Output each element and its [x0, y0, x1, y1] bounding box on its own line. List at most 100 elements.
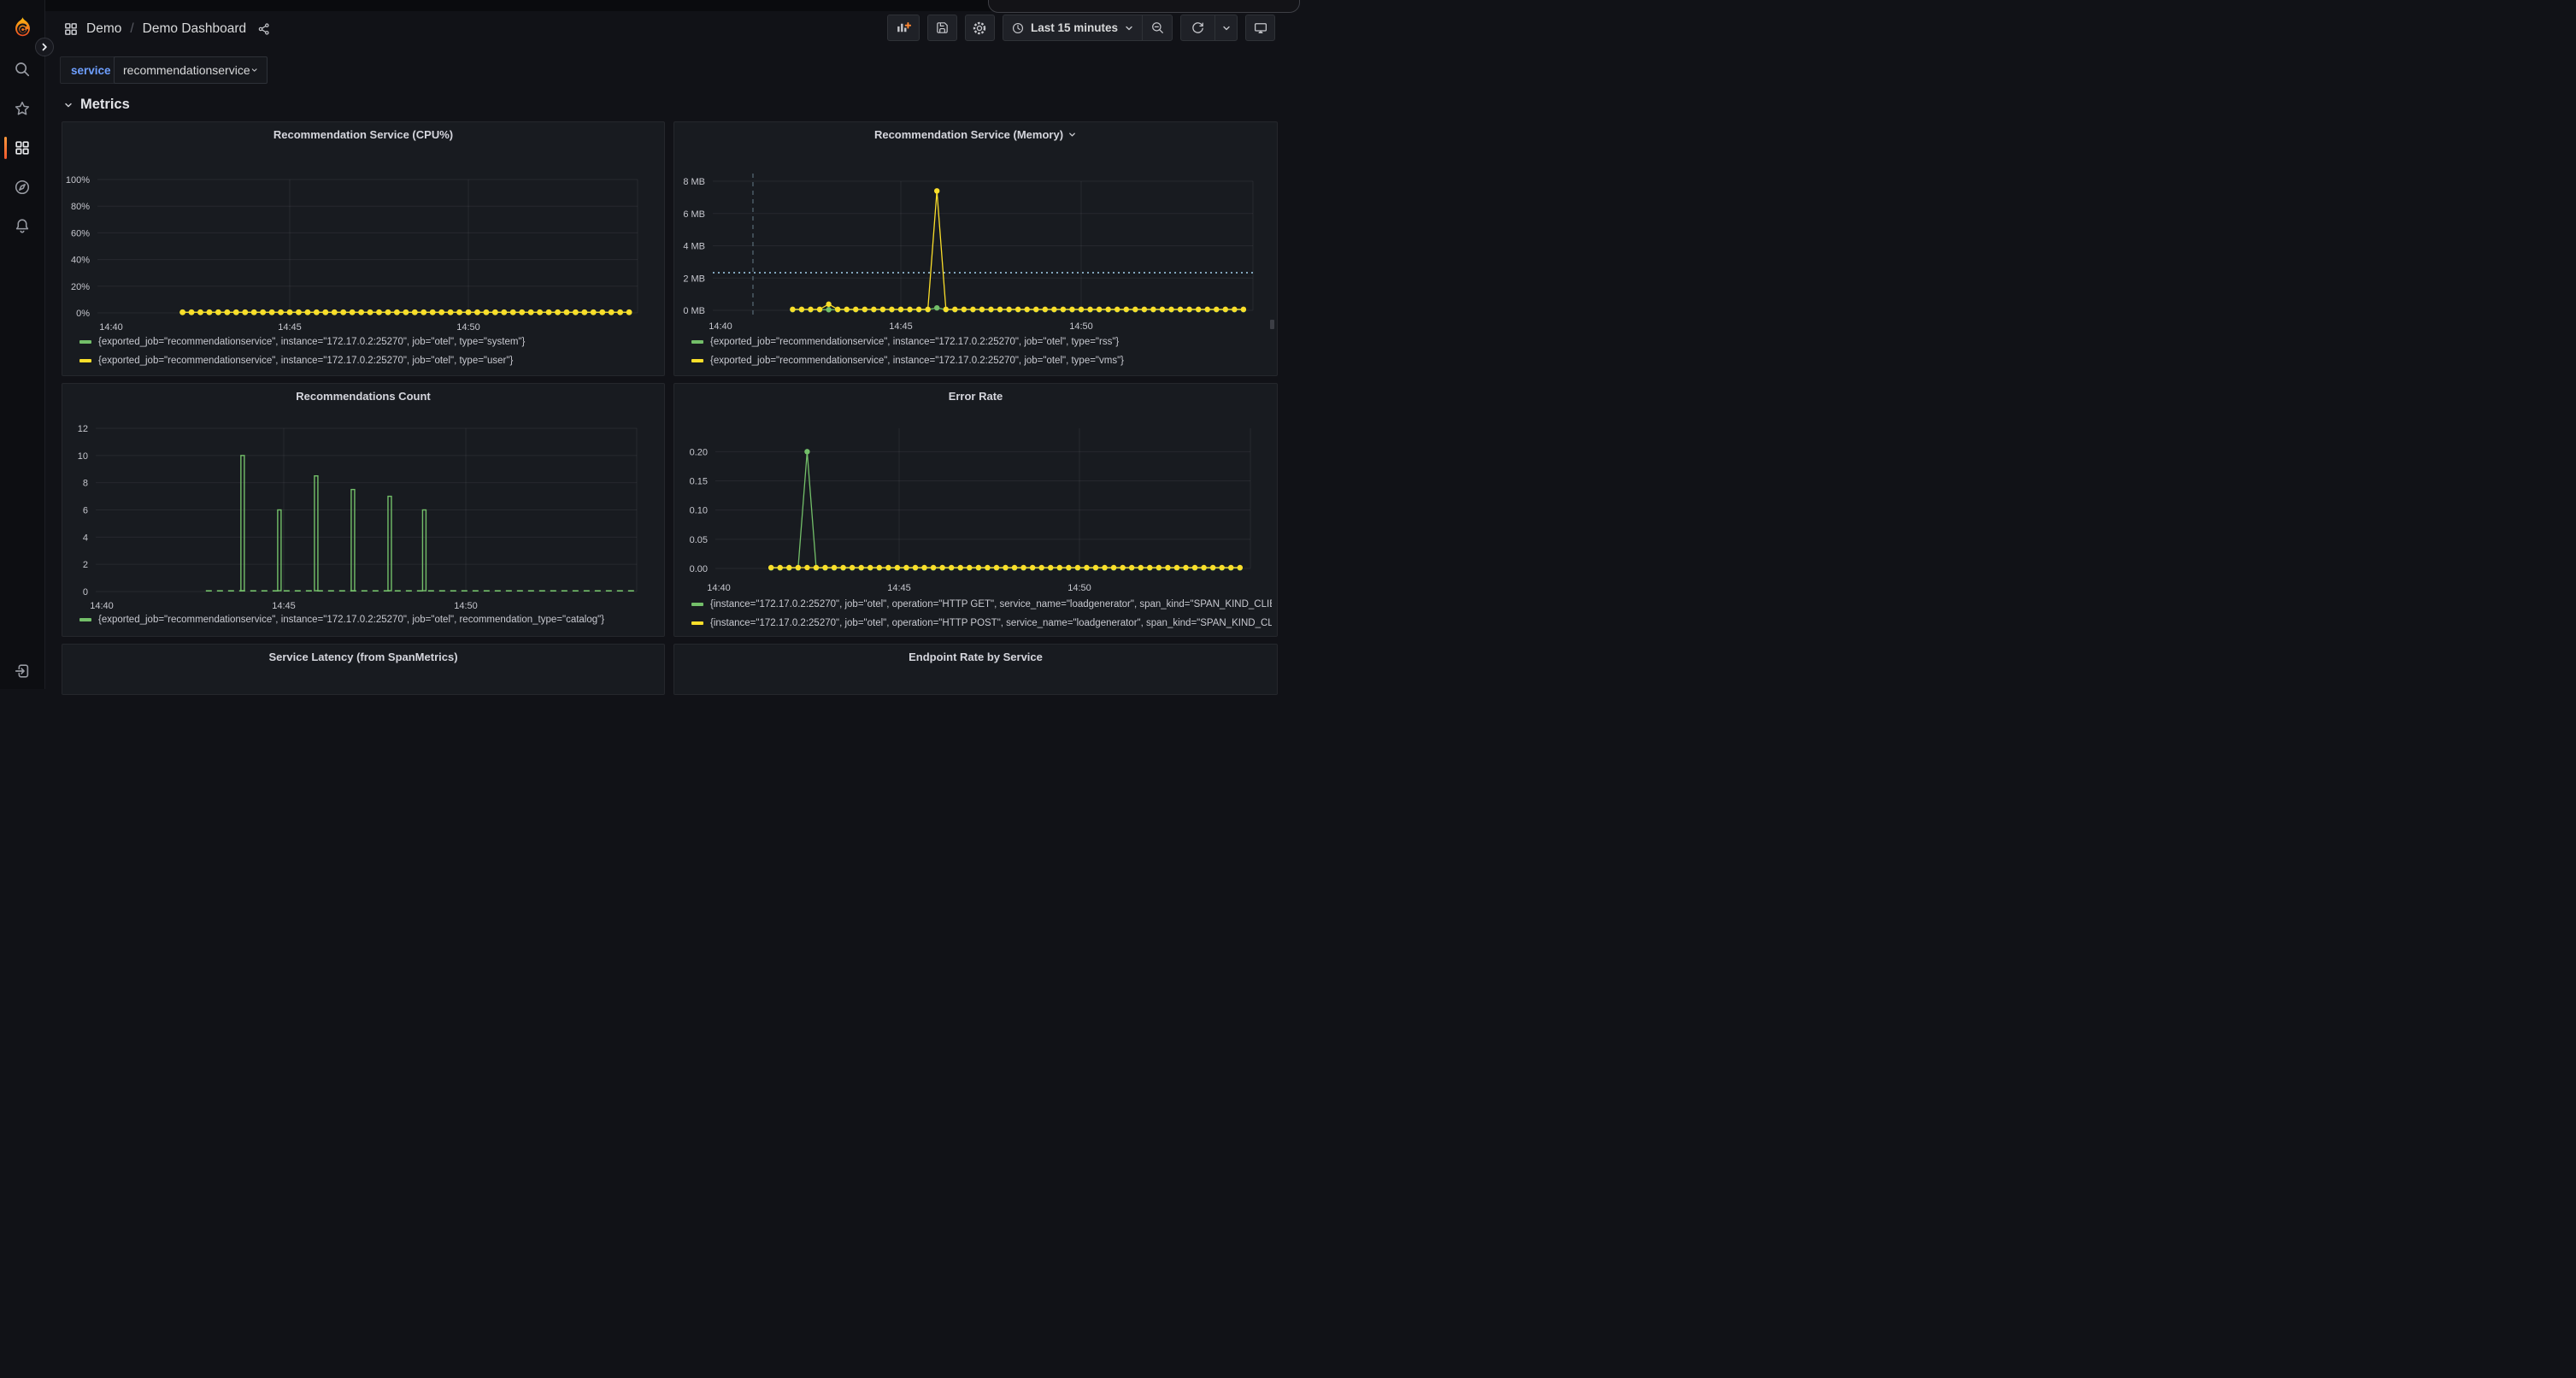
svg-text:0 MB: 0 MB — [683, 306, 705, 316]
legend-label: {exported_job="recommendationservice", i… — [98, 356, 513, 366]
panel-legend: {exported_job="recommendationservice", i… — [79, 610, 659, 629]
svg-text:10: 10 — [78, 451, 88, 462]
svg-text:14:40: 14:40 — [709, 321, 732, 332]
svg-text:0%: 0% — [76, 309, 90, 319]
legend-item[interactable]: {instance="172.17.0.2:25270", job="otel"… — [691, 614, 1272, 633]
time-range-label: Last 15 minutes — [1031, 21, 1118, 34]
legend-item[interactable]: {exported_job="recommendationservice", i… — [79, 351, 659, 370]
svg-text:40%: 40% — [71, 256, 90, 266]
add-panel-button[interactable] — [887, 15, 920, 41]
dashboard-settings-button[interactable] — [965, 15, 995, 41]
legend-label: {exported_job="recommendationservice", i… — [710, 356, 1124, 366]
svg-text:0.20: 0.20 — [690, 447, 708, 457]
legend-item[interactable]: {exported_job="recommendationservice", i… — [691, 333, 1272, 351]
svg-text:0.15: 0.15 — [690, 477, 708, 487]
variable-label-service[interactable]: service — [60, 56, 122, 84]
time-picker-group: Last 15 minutes — [1003, 15, 1173, 41]
legend-item[interactable]: {exported_job="recommendationservice", i… — [79, 333, 659, 351]
svg-text:2: 2 — [83, 560, 88, 570]
time-range-picker[interactable]: Last 15 minutes — [1003, 15, 1142, 40]
legend-label: {exported_job="recommendationservice", i… — [710, 337, 1119, 347]
search-icon[interactable] — [14, 61, 31, 78]
svg-text:0.00: 0.00 — [690, 564, 708, 574]
variable-value-dropdown[interactable]: recommendationservice — [114, 56, 268, 84]
svg-text:14:45: 14:45 — [889, 321, 913, 332]
refresh-icon — [1191, 21, 1205, 35]
svg-text:6 MB: 6 MB — [683, 209, 705, 220]
bar-chart-plus-icon — [895, 20, 911, 36]
svg-text:14:45: 14:45 — [278, 322, 302, 333]
svg-text:20%: 20% — [71, 282, 90, 292]
panel-memory[interactable]: 0 MB2 MB4 MB6 MB8 MB14:4014:4514:50 Reco… — [673, 121, 1278, 376]
chevron-down-icon — [63, 100, 74, 110]
monitor-icon — [1253, 21, 1268, 36]
legend-swatch — [691, 359, 703, 362]
panel-menu-caret-icon[interactable] — [1067, 130, 1077, 139]
svg-text:0: 0 — [83, 587, 88, 598]
refresh-dashboard-button[interactable] — [1181, 15, 1214, 40]
chevron-right-icon — [39, 42, 50, 52]
sign-in-icon[interactable] — [14, 662, 31, 680]
legend-swatch — [691, 340, 703, 344]
svg-text:14:45: 14:45 — [887, 583, 911, 593]
legend-swatch — [691, 621, 703, 625]
variable-value: recommendationservice — [123, 63, 250, 77]
legend-item[interactable]: {instance="172.17.0.2:25270", job="otel"… — [691, 595, 1272, 614]
active-nav-indicator — [4, 137, 7, 159]
panel-legend: {exported_job="recommendationservice", i… — [79, 333, 659, 370]
svg-text:14:50: 14:50 — [1069, 321, 1093, 332]
share-icon[interactable] — [257, 22, 271, 36]
svg-text:12: 12 — [78, 424, 88, 434]
svg-text:4 MB: 4 MB — [683, 242, 705, 252]
refresh-interval-dropdown[interactable] — [1214, 15, 1237, 40]
save-dashboard-button[interactable] — [927, 15, 957, 41]
panel-endpoint-rate[interactable]: Endpoint Rate by Service — [673, 644, 1278, 695]
legend-label: {exported_job="recommendationservice", i… — [98, 337, 525, 347]
dashboard-toolbar: Last 15 minutes — [887, 15, 1275, 41]
panel-legend: {instance="172.17.0.2:25270", job="otel"… — [691, 595, 1272, 633]
magnifier-minus-icon — [1150, 21, 1165, 35]
legend-item[interactable]: {exported_job="recommendationservice", i… — [79, 610, 659, 629]
cycle-view-mode-button[interactable] — [1245, 15, 1275, 41]
grafana-logo[interactable] — [11, 16, 34, 39]
zoom-out-time-button[interactable] — [1142, 15, 1172, 40]
panel-cpu[interactable]: 0%20%40%60%80%100%14:4014:4514:50 Recomm… — [62, 121, 665, 376]
legend-swatch — [79, 359, 91, 362]
panel-title: Endpoint Rate by Service — [674, 645, 1277, 668]
sidebar-expand-button[interactable] — [35, 38, 54, 56]
panel-title: Recommendation Service (Memory) — [674, 122, 1277, 146]
chevron-down-icon — [250, 65, 258, 75]
svg-text:14:40: 14:40 — [99, 322, 123, 333]
alerting-bell-icon[interactable] — [14, 217, 31, 234]
svg-text:60%: 60% — [71, 228, 90, 238]
breadcrumb-section[interactable]: Demo — [86, 21, 121, 37]
chevron-down-icon — [1221, 23, 1232, 33]
recommendations-count-chart[interactable]: 02468101214:4014:4514:50 — [62, 384, 665, 637]
breadcrumb-page[interactable]: Demo Dashboard — [143, 21, 246, 37]
breadcrumb-separator: / — [130, 21, 133, 37]
panel-title: Error Rate — [674, 384, 1277, 408]
legend-label: {instance="172.17.0.2:25270", job="otel"… — [710, 618, 1272, 628]
legend-swatch — [79, 618, 91, 621]
browser-overlay — [988, 0, 1300, 13]
svg-text:14:50: 14:50 — [1067, 583, 1091, 593]
legend-swatch — [691, 603, 703, 606]
apps-icon[interactable] — [63, 21, 79, 37]
star-icon[interactable] — [14, 100, 31, 117]
svg-text:100%: 100% — [66, 175, 90, 186]
panel-error-rate[interactable]: 0.000.050.100.150.2014:4014:4514:50 Erro… — [673, 383, 1278, 637]
panel-recommendations-count[interactable]: 02468101214:4014:4514:50 Recommendations… — [62, 383, 665, 637]
section-header-metrics[interactable]: Metrics — [63, 97, 130, 113]
panel-title: Recommendations Count — [62, 384, 664, 408]
legend-swatch — [79, 340, 91, 344]
legend-item[interactable]: {exported_job="recommendationservice", i… — [691, 351, 1272, 370]
svg-text:4: 4 — [83, 533, 88, 543]
panel-service-latency[interactable]: Service Latency (from SpanMetrics) — [62, 644, 665, 695]
explore-compass-icon[interactable] — [14, 179, 31, 196]
svg-text:0.05: 0.05 — [690, 535, 708, 545]
dashboards-icon[interactable] — [14, 139, 31, 156]
floppy-disk-icon — [935, 21, 950, 35]
panel-title: Service Latency (from SpanMetrics) — [62, 645, 664, 668]
legend-label: {instance="172.17.0.2:25270", job="otel"… — [710, 599, 1272, 610]
clock-icon — [1011, 21, 1025, 35]
